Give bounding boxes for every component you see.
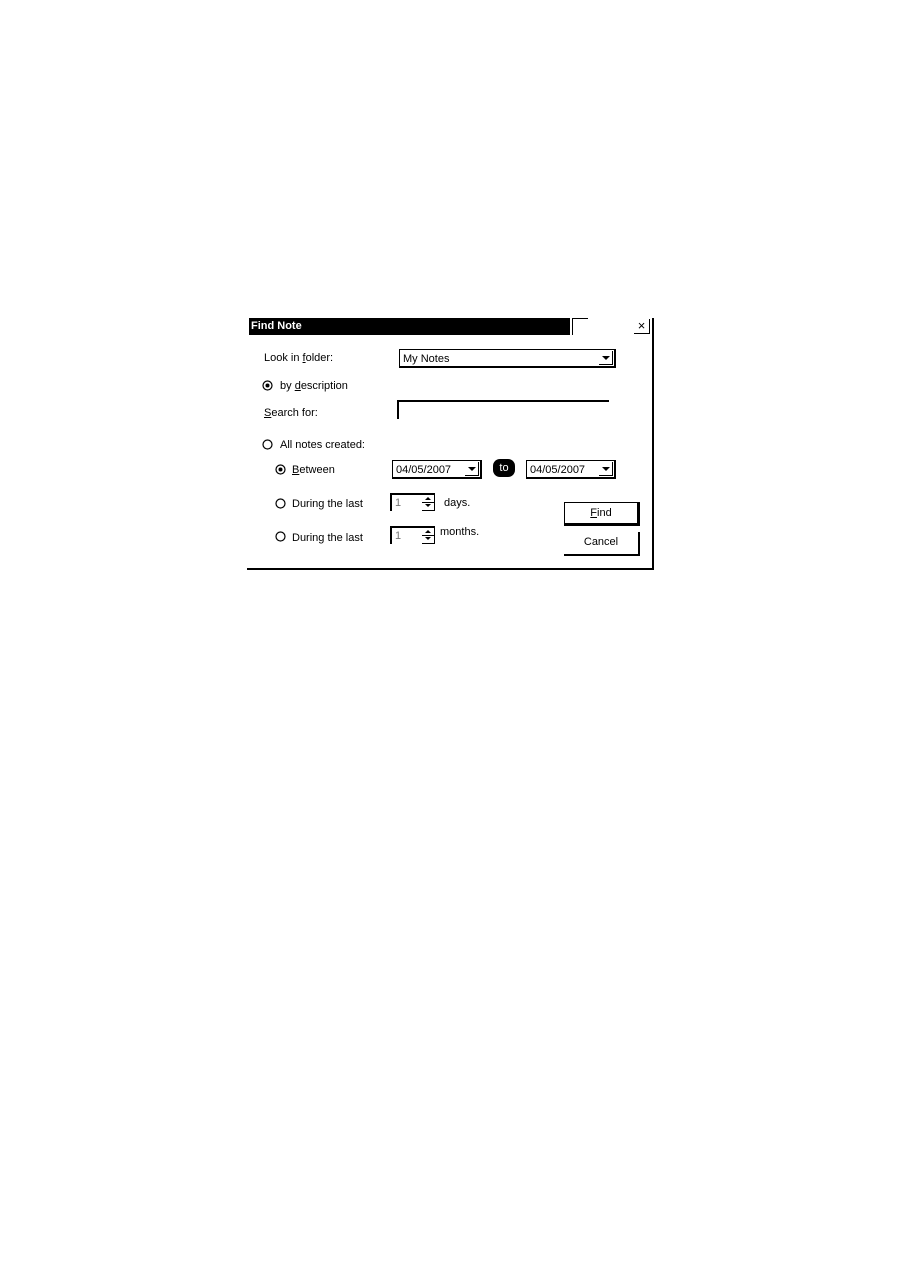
during-months-label: During the last (292, 532, 363, 544)
months-stepper[interactable]: 1 (390, 526, 435, 544)
chevron-down-icon[interactable] (599, 462, 613, 476)
radio-between[interactable] (275, 464, 286, 475)
date-to-select[interactable]: 04/05/2007 (526, 460, 616, 479)
radio-all-notes[interactable] (262, 439, 273, 450)
cancel-button[interactable]: Cancel (564, 532, 640, 556)
dialog-border-right (652, 318, 654, 570)
during-days-label: During the last (292, 498, 363, 510)
chevron-down-icon[interactable] (599, 351, 613, 365)
between-label: Between (292, 464, 335, 476)
days-stepper[interactable]: 1 (390, 493, 435, 511)
spin-down-icon[interactable] (425, 537, 431, 540)
to-label: to (493, 459, 515, 477)
title-bar-notch (572, 318, 588, 335)
days-unit-label: days. (444, 497, 471, 509)
months-value: 1 (395, 530, 402, 542)
dialog-title: Find Note (251, 320, 302, 332)
title-bar[interactable]: Find Note (249, 318, 570, 335)
find-note-dialog: Find Note × Look in folder: My Notes by … (247, 316, 654, 570)
spin-down-icon[interactable] (425, 504, 431, 507)
chevron-down-icon[interactable] (465, 462, 479, 476)
folder-label: Look in folder: (264, 352, 334, 364)
months-stepper-buttons[interactable] (422, 528, 435, 544)
date-to-value: 04/05/2007 (530, 464, 586, 476)
folder-select-value: My Notes (403, 353, 450, 365)
dialog-border-bottom (247, 568, 654, 570)
days-value: 1 (395, 497, 402, 509)
days-stepper-buttons[interactable] (422, 495, 435, 511)
by-description-label: by description (280, 380, 348, 392)
radio-during-months[interactable] (275, 531, 286, 542)
search-input[interactable] (397, 400, 609, 419)
close-button[interactable]: × (634, 319, 650, 334)
folder-select[interactable]: My Notes (399, 349, 616, 368)
spin-up-icon[interactable] (425, 530, 431, 533)
date-from-value: 04/05/2007 (396, 464, 452, 476)
radio-by-description[interactable] (262, 380, 273, 391)
close-icon: × (637, 318, 646, 333)
search-label: Search for: (264, 407, 318, 419)
radio-during-days[interactable] (275, 498, 286, 509)
date-from-select[interactable]: 04/05/2007 (392, 460, 482, 479)
spin-up-icon[interactable] (425, 497, 431, 500)
find-button[interactable]: Find (564, 502, 640, 526)
months-unit-label: months. (440, 526, 480, 538)
all-notes-label: All notes created: (280, 439, 365, 451)
